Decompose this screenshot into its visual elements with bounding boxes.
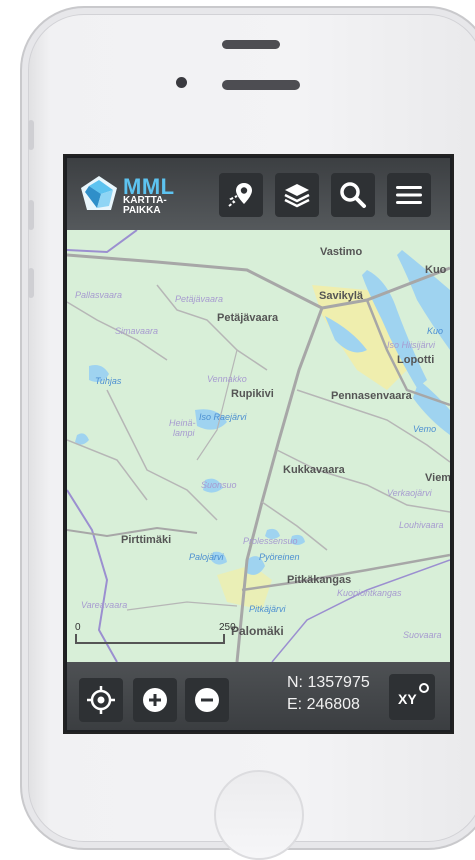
map-label-simavaara: Simavaara <box>115 326 159 336</box>
scale-end-label: 250 <box>219 622 236 633</box>
map-label-heina: Heinä- <box>169 418 196 428</box>
map-label-rupikivi: Rupikivi <box>231 388 274 400</box>
mml-logo-icon <box>81 176 117 210</box>
app-screen: Vastimo Kuo Savikylä Pallasvaara Petäjäv… <box>63 154 454 734</box>
scale-line <box>75 642 225 644</box>
east-coordinate: E: 246808 <box>287 696 360 713</box>
map-label-kukkavaara: Kukkavaara <box>283 464 345 476</box>
map-label-viem: Viem <box>425 472 450 484</box>
map-label-tuhjas: Tuhjas <box>95 376 122 386</box>
map-label-kuo: Kuo <box>425 264 447 276</box>
locate-crosshair-icon <box>87 686 115 714</box>
front-camera <box>176 77 187 88</box>
coordinate-readout: N: 1357975 E: 246808 <box>287 672 370 716</box>
map-label-iso-hiisijarvi: Iso Hiisijärvi <box>387 340 436 350</box>
earpiece-top <box>222 40 280 49</box>
map-label-kuo-water: Kuo <box>427 326 444 336</box>
map-label-verkaojarvi: Verkaojärvi <box>387 488 432 498</box>
map-label-petajavaara-minor: Petäjävaara <box>175 294 224 304</box>
map-label-vareavaara: Vareavaara <box>81 600 128 610</box>
layers-icon <box>284 184 310 208</box>
map-label-vastimo: Vastimo <box>320 246 363 258</box>
map-label-iso-raejarvi: Iso Raejärvi <box>199 412 247 422</box>
zoom-out-button[interactable] <box>185 678 229 722</box>
map-label-suovaara: Suovaara <box>403 630 442 640</box>
map-label-kuopiontkangas: Kuopiontkangas <box>337 588 402 598</box>
north-coordinate: N: 1357975 <box>287 674 370 691</box>
layers-button[interactable] <box>275 173 319 217</box>
zoom-out-icon <box>195 688 219 712</box>
map-label-pennasenvaara: Pennasenvaara <box>331 390 412 402</box>
zoom-in-icon <box>143 688 167 712</box>
bottom-toolbar: N: 1357975 E: 246808 XY <box>67 662 450 730</box>
map-label-vemo: Vemo <box>413 424 437 434</box>
map-label-petajavaara: Petäjävaara <box>217 312 279 324</box>
route-pin-icon <box>228 183 252 207</box>
volume-up-button <box>28 200 34 230</box>
search-button[interactable] <box>331 173 375 217</box>
map-label-lampi: lampi <box>173 428 195 438</box>
home-button[interactable] <box>214 770 304 860</box>
map-view[interactable]: Vastimo Kuo Savikylä Pallasvaara Petäjäv… <box>67 230 450 662</box>
map-label-palomaki: Palomäki <box>231 624 284 638</box>
map-label-pitkajarvi: Pitkäjärvi <box>249 604 286 614</box>
top-toolbar: MML KARTTA- PAIKKA <box>67 158 450 230</box>
hamburger-menu-icon <box>396 186 422 204</box>
map-label-prolessensuo: Prolessensuo <box>243 536 298 546</box>
map-label-savikyla: Savikylä <box>319 290 364 302</box>
map-label-suonsuo: Suonsuo <box>201 480 237 490</box>
map-label-pyoreinen: Pyöreinen <box>259 552 300 562</box>
scale-bar: 0 250 <box>75 622 236 648</box>
logo-line2: PAIKKA <box>123 205 161 216</box>
map-label-lopotti: Lopotti <box>397 354 435 366</box>
locate-button[interactable] <box>79 678 123 722</box>
map-label-pirttimaki: Pirttimäki <box>121 534 172 546</box>
map-label-pitkakangas: Pitkäkangas <box>287 574 352 586</box>
map-label-pallasvaara: Pallasvaara <box>75 290 123 300</box>
degree-icon <box>419 683 429 693</box>
scale-start-label: 0 <box>75 622 81 633</box>
coordinate-system-button[interactable]: XY <box>389 674 435 720</box>
map-label-vennakko: Vennakko <box>207 374 247 384</box>
earpiece-speaker <box>222 80 300 90</box>
map-label-louhivaara: Louhivaara <box>399 520 444 530</box>
zoom-in-button[interactable] <box>133 678 177 722</box>
mute-switch <box>28 120 34 150</box>
volume-down-button <box>28 268 34 298</box>
route-button[interactable] <box>219 173 263 217</box>
mml-logo: MML KARTTA- PAIKKA <box>79 174 189 218</box>
menu-button[interactable] <box>387 173 431 217</box>
map-label-palojarvi: Palojärvi <box>189 552 224 562</box>
search-icon <box>340 182 366 208</box>
xy-label: XY <box>398 691 417 707</box>
